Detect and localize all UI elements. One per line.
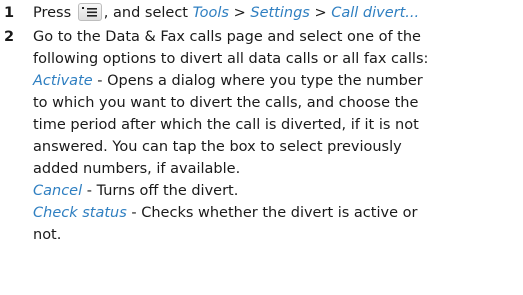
option-description: - Opens a dialog where you type the numb… <box>92 73 423 89</box>
option-activate-line: Activate - Opens a dialog where you type… <box>33 70 517 92</box>
step-2-intro-line: following options to divert all data cal… <box>33 51 429 67</box>
option-description: - Checks whether the divert is active or <box>126 205 418 221</box>
step-1-line: Press , and select Tools > Settings > Ca… <box>33 2 517 24</box>
menu-path-call-divert: Call divert... <box>331 5 420 21</box>
option-check-status-line: Check status - Checks whether the divert… <box>33 202 517 224</box>
option-description-line: not. <box>33 227 62 243</box>
instruction-page: 1 Press , and select Tools > Settings > … <box>0 0 523 295</box>
step-2: 2 Go to the Data & Fax calls page and se… <box>0 26 523 292</box>
menu-key-icon <box>77 3 102 21</box>
step-1-body: Press , and select Tools > Settings > Ca… <box>33 2 517 24</box>
option-description-line: answered. You can tap the box to select … <box>33 139 402 155</box>
option-check-status-name: Check status <box>33 205 127 221</box>
option-cancel-name: Cancel <box>33 183 83 199</box>
menu-path-tools: Tools <box>192 5 229 21</box>
press-text: Press <box>33 5 72 21</box>
step-number: 1 <box>4 5 15 21</box>
option-description-line: time period after which the call is dive… <box>33 117 419 133</box>
path-separator: > <box>314 5 327 21</box>
step-2-intro-line: Go to the Data & Fax calls page and sele… <box>33 29 421 45</box>
option-activate-name: Activate <box>33 73 93 89</box>
step-2-body: Go to the Data & Fax calls page and sele… <box>33 26 517 246</box>
option-description-line: added numbers, if available. <box>33 161 241 177</box>
step-1: 1 Press , and select Tools > Settings > … <box>0 2 523 26</box>
path-separator: > <box>233 5 246 21</box>
option-cancel-line: Cancel - Turns off the divert. <box>33 180 517 202</box>
menu-path-settings: Settings <box>250 5 310 21</box>
step-number: 2 <box>4 29 15 45</box>
option-description: - Turns off the divert. <box>82 183 239 199</box>
option-description-line: to which you want to divert the calls, a… <box>33 95 419 111</box>
after-icon-text: , and select <box>103 5 188 21</box>
